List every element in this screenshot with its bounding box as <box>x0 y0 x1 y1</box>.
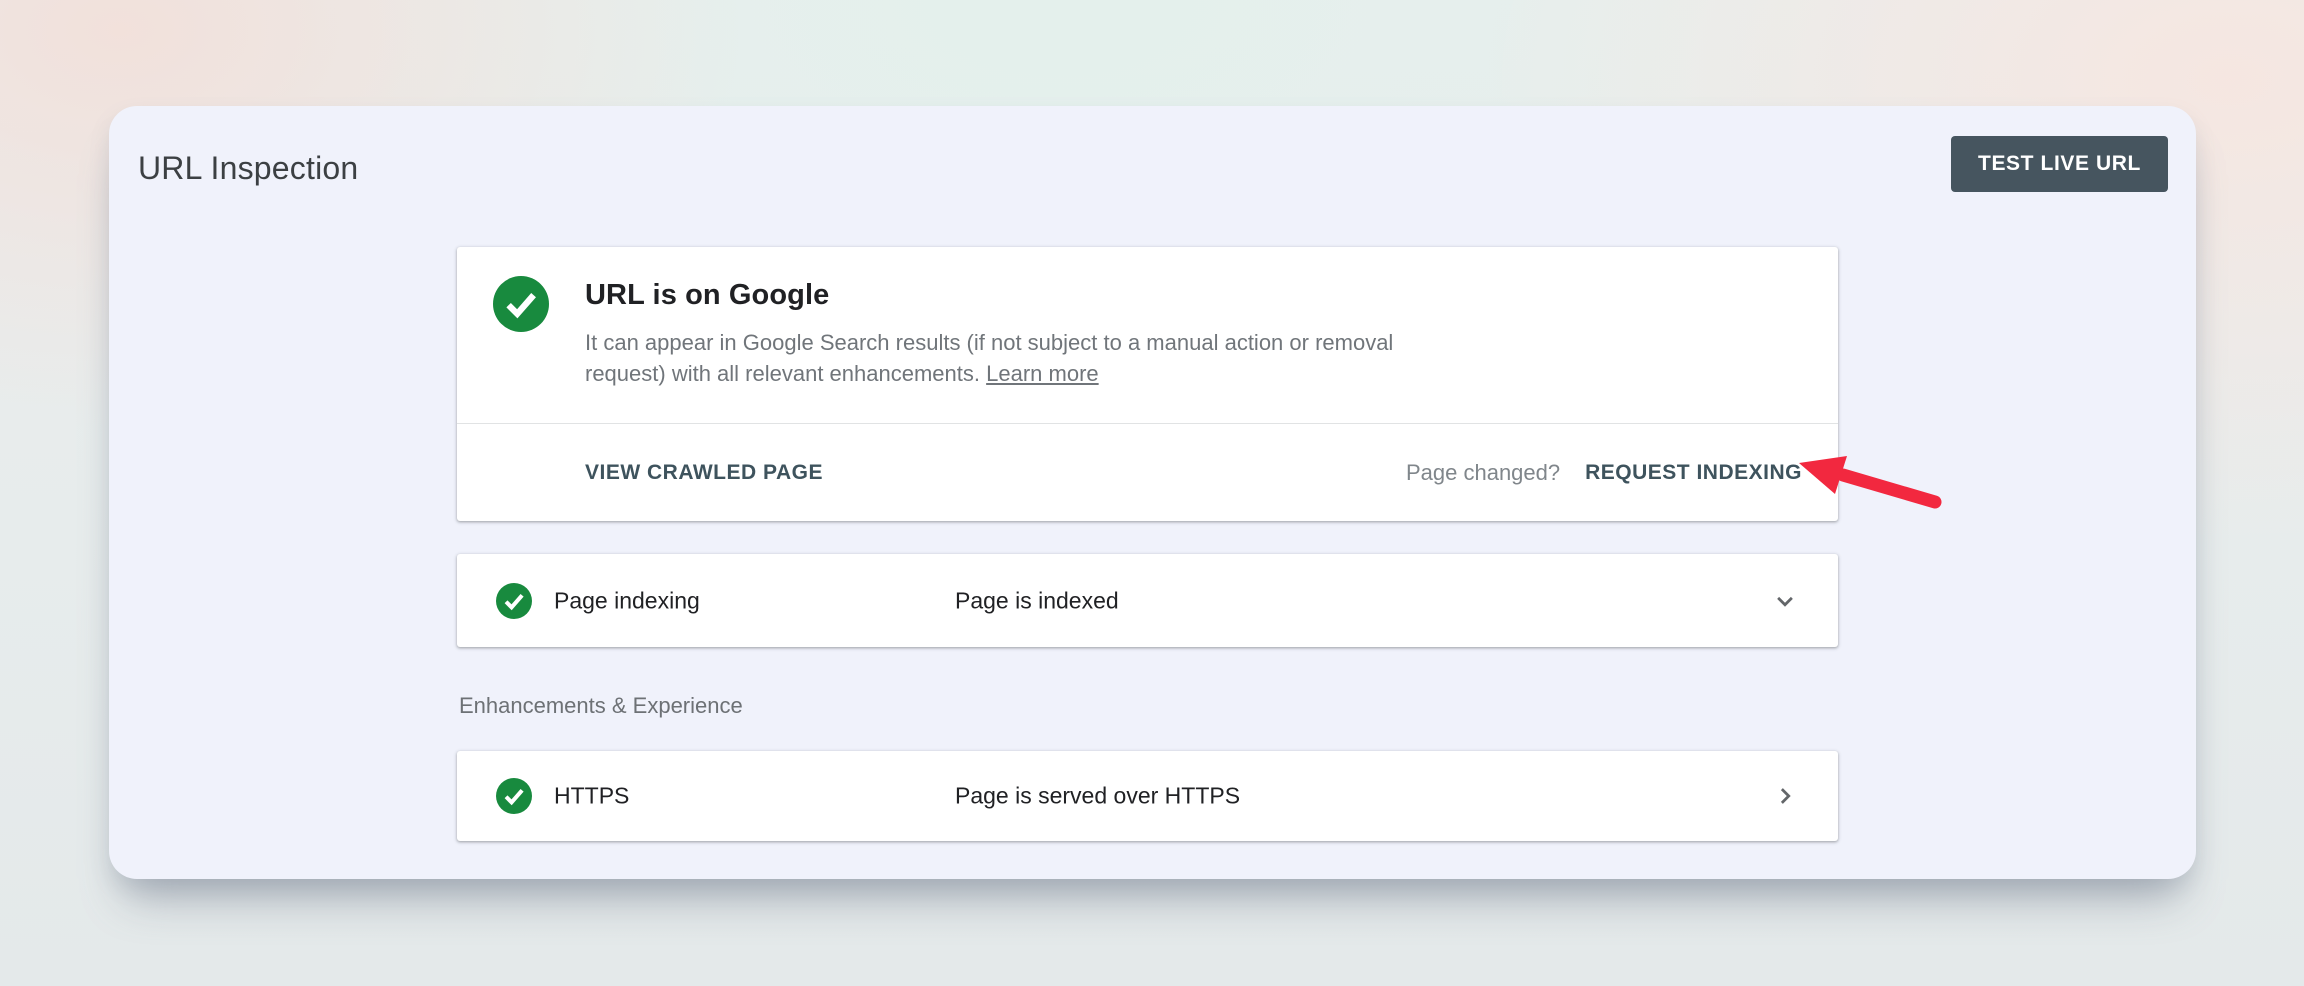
request-indexing-link[interactable]: REQUEST INDEXING <box>1585 461 1802 485</box>
page-indexing-row[interactable]: Page indexing Page is indexed <box>457 554 1838 647</box>
verdict-card: URL is on Google It can appear in Google… <box>457 247 1838 521</box>
verdict-main-section: URL is on Google It can appear in Google… <box>457 247 1838 423</box>
check-circle-icon <box>496 778 532 814</box>
https-row[interactable]: HTTPS Page is served over HTTPS <box>457 751 1838 841</box>
verdict-description-line1: It can appear in Google Search results (… <box>585 327 1393 358</box>
chevron-down-icon[interactable] <box>1770 586 1800 616</box>
url-inspection-panel: URL Inspection TEST LIVE URL URL is on G… <box>109 106 2196 879</box>
page-changed-label: Page changed? <box>1406 460 1560 486</box>
verdict-actions-row: VIEW CRAWLED PAGE Page changed? REQUEST … <box>457 424 1838 521</box>
chevron-right-icon[interactable] <box>1770 781 1800 811</box>
view-crawled-page-link[interactable]: VIEW CRAWLED PAGE <box>585 461 823 485</box>
verdict-description: It can appear in Google Search results (… <box>585 327 1393 389</box>
check-circle-icon <box>496 583 532 619</box>
check-circle-icon <box>493 276 549 332</box>
row-label: HTTPS <box>554 783 629 810</box>
enhancements-section-label: Enhancements & Experience <box>459 693 743 719</box>
learn-more-link[interactable]: Learn more <box>986 361 1099 386</box>
row-value: Page is indexed <box>955 587 1119 614</box>
verdict-title: URL is on Google <box>585 279 829 312</box>
row-label: Page indexing <box>554 587 700 614</box>
row-value: Page is served over HTTPS <box>955 783 1240 810</box>
verdict-description-line2: request) with all relevant enhancements.… <box>585 358 1393 389</box>
test-live-url-button[interactable]: TEST LIVE URL <box>1951 136 2168 192</box>
page-title: URL Inspection <box>138 150 358 187</box>
